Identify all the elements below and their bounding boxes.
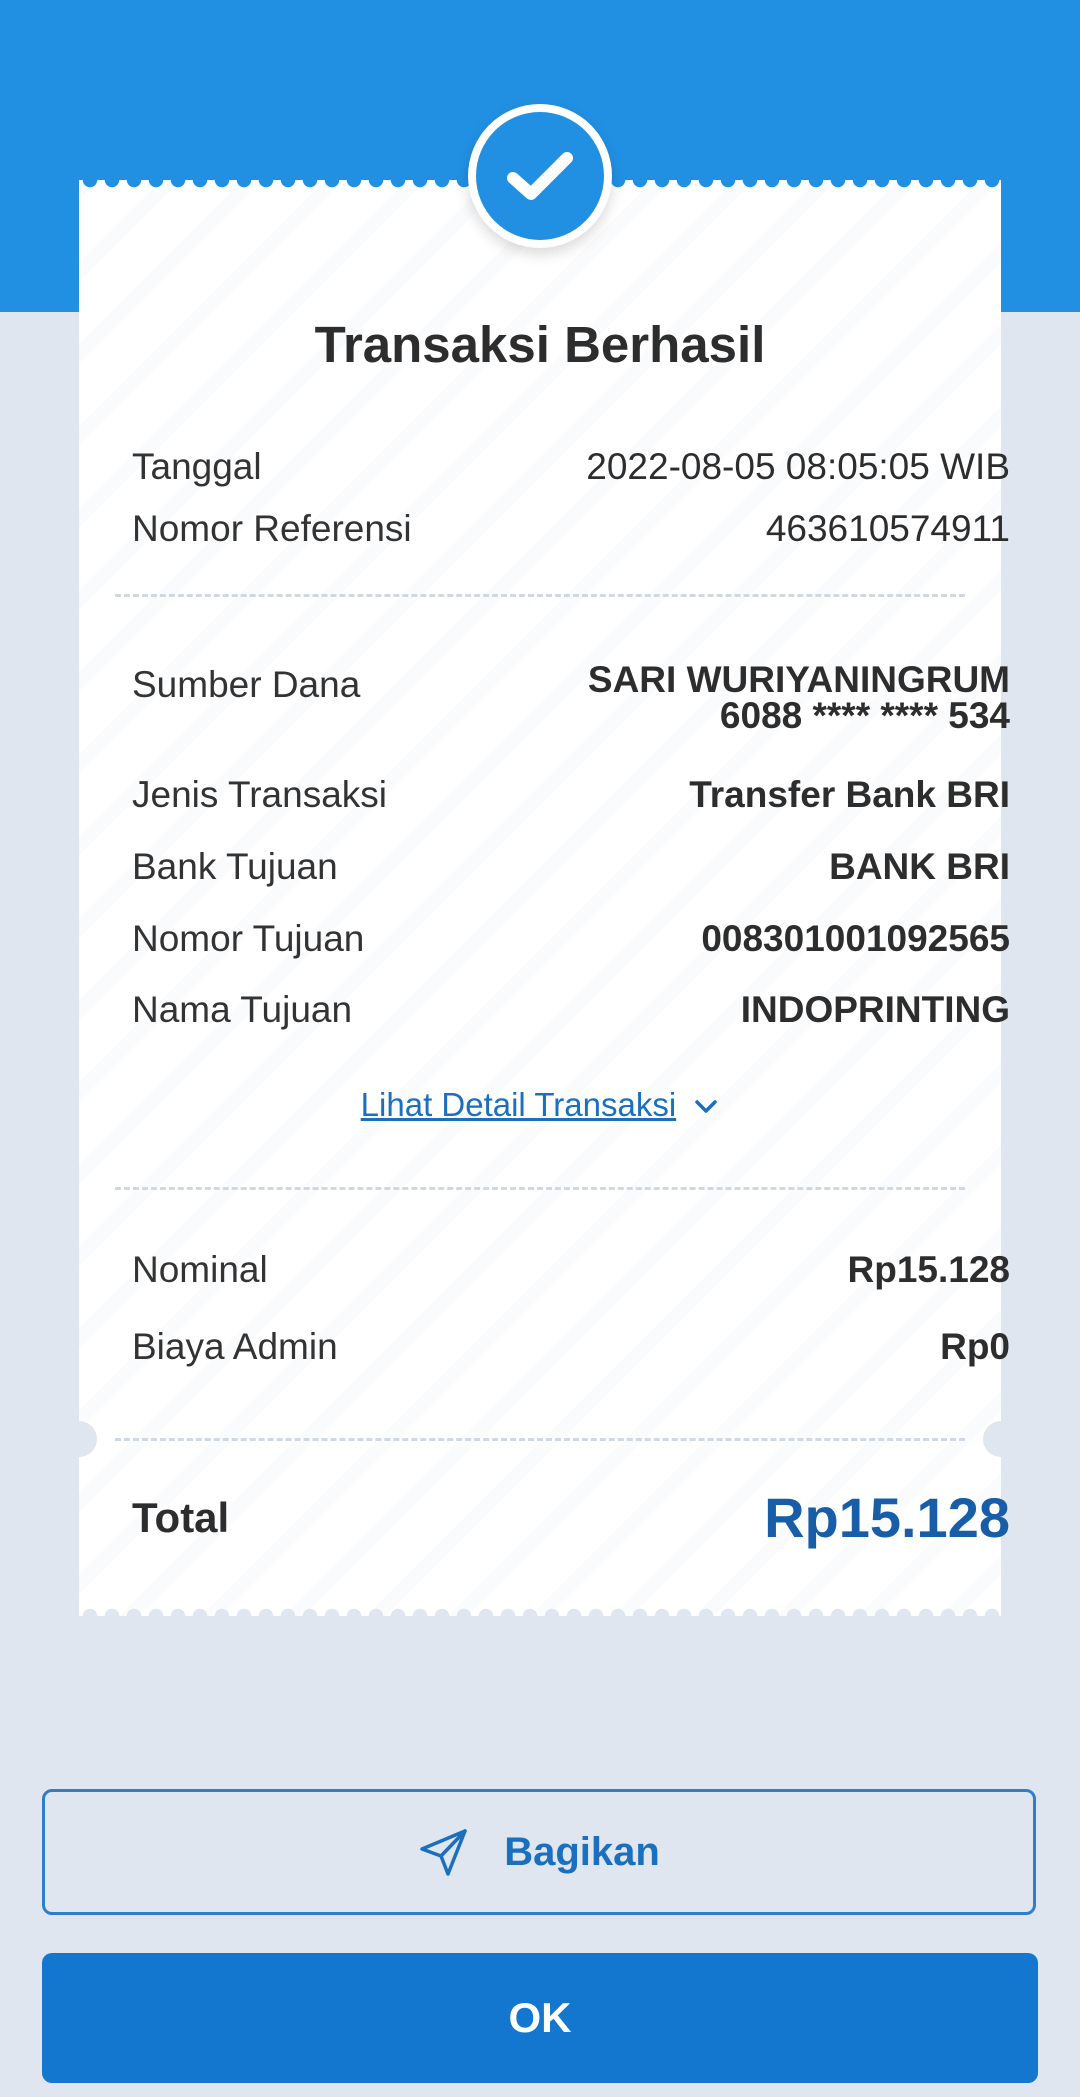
receipt-bottom-edge: [79, 1602, 1001, 1616]
divider: [115, 1187, 965, 1190]
nama-tujuan-row: Nama Tujuan INDOPRINTING: [132, 987, 1010, 1033]
nominal-label: Nominal: [132, 1249, 268, 1290]
sumber-dana-value: SARI WURIYANINGRUM 6088 **** **** 534: [587, 659, 1010, 736]
nomor-tujuan-label: Nomor Tujuan: [132, 918, 365, 959]
bank-tujuan-row: Bank Tujuan BANK BRI: [132, 844, 1010, 890]
total-row: Total Rp15.128: [132, 1485, 1010, 1550]
share-button[interactable]: Bagikan: [42, 1789, 1036, 1915]
detail-transaksi-link[interactable]: Lihat Detail Transaksi: [79, 1086, 1001, 1124]
bank-tujuan-value: BANK BRI: [829, 846, 1010, 887]
send-icon: [420, 1829, 467, 1876]
jenis-transaksi-value: Transfer Bank BRI: [689, 774, 1010, 815]
nomor-tujuan-row: Nomor Tujuan 008301001092565: [132, 916, 1010, 962]
share-button-label: Bagikan: [504, 1829, 660, 1874]
receipt-notch-left: [61, 1421, 97, 1457]
biaya-admin-value: Rp0: [940, 1326, 1010, 1367]
nama-tujuan-value: INDOPRINTING: [740, 989, 1010, 1030]
tanggal-value: 2022-08-05 08:05:05 WIB: [586, 446, 1010, 487]
nomor-tujuan-value: 008301001092565: [701, 918, 1010, 959]
page-title: Transaksi Berhasil: [314, 316, 766, 373]
sumber-dana-name: SARI WURIYANINGRUM: [587, 659, 1010, 700]
chevron-down-icon: [695, 1100, 718, 1114]
referensi-row: Nomor Referensi 463610574911: [132, 506, 1010, 552]
check-icon: [507, 152, 573, 200]
referensi-label: Nomor Referensi: [132, 508, 412, 549]
sumber-dana-account: 6088 **** **** 534: [719, 695, 1010, 736]
biaya-admin-label: Biaya Admin: [132, 1326, 338, 1367]
total-value: Rp15.128: [764, 1486, 1010, 1549]
receipt-card: Transaksi Berhasil Tanggal 2022-08-05 08…: [61, 180, 1019, 1616]
nama-tujuan-label: Nama Tujuan: [132, 989, 353, 1030]
referensi-value: 463610574911: [765, 508, 1010, 549]
divider: [115, 594, 965, 597]
tanggal-label: Tanggal: [132, 446, 262, 487]
detail-transaksi-label: Lihat Detail Transaksi: [360, 1086, 677, 1123]
ok-button-label: OK: [508, 1994, 572, 2041]
ok-button[interactable]: OK: [42, 1953, 1038, 2083]
total-label: Total: [132, 1493, 230, 1541]
success-badge-circle: [476, 112, 604, 240]
nominal-value: Rp15.128: [847, 1249, 1011, 1290]
bank-tujuan-label: Bank Tujuan: [132, 846, 338, 887]
sumber-dana-row: Sumber Dana SARI WURIYANINGRUM 6088 ****…: [132, 659, 1010, 736]
divider: [115, 1438, 965, 1441]
biaya-admin-row: Biaya Admin Rp0: [132, 1324, 1010, 1370]
jenis-transaksi-row: Jenis Transaksi Transfer Bank BRI: [132, 772, 1010, 818]
success-badge: [468, 104, 612, 248]
nominal-row: Nominal Rp15.128: [132, 1247, 1010, 1293]
tanggal-row: Tanggal 2022-08-05 08:05:05 WIB: [132, 444, 1010, 490]
receipt-notch-right: [983, 1421, 1019, 1457]
sumber-dana-label: Sumber Dana: [132, 664, 361, 705]
jenis-transaksi-label: Jenis Transaksi: [132, 774, 387, 815]
